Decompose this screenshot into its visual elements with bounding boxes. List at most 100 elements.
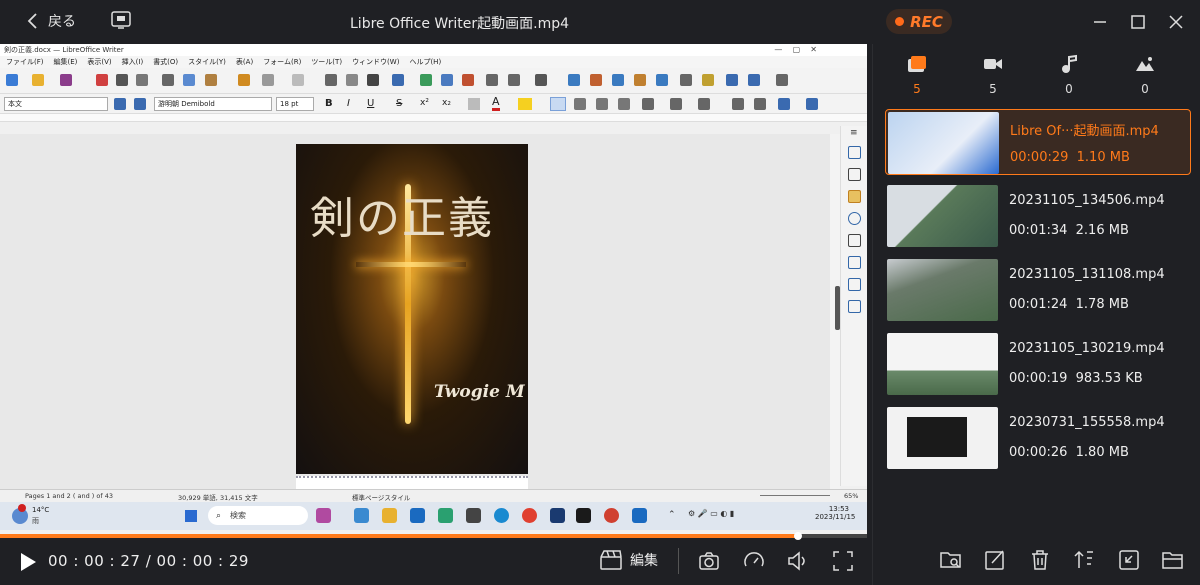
cross-reference-icon[interactable]	[656, 74, 668, 86]
image-insert-icon[interactable]	[420, 74, 432, 86]
page-icon[interactable]	[848, 234, 861, 247]
lo-menu-item[interactable]: 表示(V)	[87, 57, 111, 67]
system-tray-icons[interactable]: ⚙ 🎤 ▭ ◐ ▮	[688, 509, 748, 521]
edge-icon[interactable]	[494, 508, 509, 523]
update-style-icon[interactable]	[114, 98, 126, 110]
volume-icon[interactable]	[787, 550, 809, 572]
spellcheck-icon[interactable]	[346, 74, 358, 86]
sidebar-menu-icon[interactable]: ≡	[850, 128, 858, 138]
new-doc-icon[interactable]	[6, 74, 18, 86]
align-right-icon[interactable]	[596, 98, 608, 110]
recording-item[interactable]: 20230731_155558.mp4 00:00:26 1.80 MB	[885, 405, 1191, 471]
lo-menu-item[interactable]: ウィンドウ(W)	[352, 57, 399, 67]
writer-taskbar-icon[interactable]	[632, 508, 647, 523]
navigator-icon[interactable]	[848, 212, 861, 225]
special-char-icon[interactable]	[535, 74, 547, 86]
speed-gauge-icon[interactable]	[743, 550, 765, 572]
back-button[interactable]: 戻る	[26, 11, 76, 31]
print-preview-icon[interactable]	[136, 74, 148, 86]
cut-icon[interactable]	[162, 74, 174, 86]
category-video-folder[interactable]: 5	[897, 54, 937, 96]
recording-item[interactable]: Libre Of···起動画面.mp4 00:00:29 1.10 MB	[885, 109, 1191, 175]
recording-item[interactable]: 20231105_134506.mp4 00:01:34 2.16 MB	[885, 183, 1191, 249]
file-explorer-icon[interactable]	[382, 508, 397, 523]
import-icon[interactable]	[1117, 548, 1141, 572]
rec-button[interactable]: REC	[886, 9, 952, 34]
track-changes-icon[interactable]	[702, 74, 714, 86]
chrome-profile-icon[interactable]	[604, 508, 619, 523]
footnote-icon[interactable]	[590, 74, 602, 86]
chrome-icon[interactable]	[522, 508, 537, 523]
gallery-icon[interactable]	[848, 190, 861, 203]
outline-list-icon[interactable]	[698, 98, 710, 110]
export-pdf-icon[interactable]	[96, 74, 108, 86]
taskbar-clock[interactable]: 13:53 2023/11/15	[815, 505, 855, 521]
print-icon[interactable]	[116, 74, 128, 86]
bullet-list-icon[interactable]	[642, 98, 654, 110]
taskbar-app-icon[interactable]	[354, 508, 369, 523]
lo-menu-item[interactable]: スタイル(Y)	[188, 57, 226, 67]
sidebar-collapse-handle[interactable]	[835, 286, 840, 330]
clone-formatting-icon[interactable]	[238, 74, 250, 86]
subscript-icon[interactable]: x₂	[442, 98, 451, 108]
close-icon[interactable]	[1167, 13, 1185, 31]
taskbar-app-icon[interactable]	[550, 508, 565, 523]
video-frame[interactable]: 剣の正義.docx — LibreOffice Writer — ▢ ✕ ファイ…	[0, 44, 867, 534]
play-icon[interactable]	[18, 552, 38, 572]
font-size-select[interactable]: 18 pt	[276, 97, 314, 111]
camera-app-icon[interactable]	[466, 508, 481, 523]
styles-icon[interactable]	[848, 168, 861, 181]
recording-item[interactable]: 20231105_130219.mp4 00:00:19 983.53 KB	[885, 331, 1191, 397]
indent-increase-icon[interactable]	[732, 98, 744, 110]
line-spacing-icon[interactable]	[778, 98, 790, 110]
taskbar-app-icon[interactable]	[316, 508, 331, 523]
highlight-color-icon[interactable]	[518, 98, 532, 110]
indent-decrease-icon[interactable]	[754, 98, 766, 110]
underline-icon[interactable]: U	[367, 98, 374, 109]
superscript-icon[interactable]: x²	[420, 98, 429, 108]
recording-item[interactable]: 20231105_131108.mp4 00:01:24 1.78 MB	[885, 257, 1191, 323]
folder-search-icon[interactable]	[939, 548, 963, 572]
table-icon[interactable]	[392, 74, 404, 86]
lo-menu-item[interactable]: 書式(O)	[153, 57, 178, 67]
minimize-icon[interactable]	[1091, 13, 1109, 31]
para-style-select[interactable]: 本文	[4, 97, 108, 111]
drawing-functions-icon[interactable]	[776, 74, 788, 86]
clear-formatting-icon[interactable]	[468, 98, 480, 110]
taskbar-app-icon[interactable]	[410, 508, 425, 523]
rename-edit-icon[interactable]	[983, 548, 1007, 572]
design-icon[interactable]	[848, 300, 861, 313]
screen-mode-icon[interactable]	[110, 10, 132, 30]
category-video[interactable]: 5	[973, 54, 1013, 96]
tray-chevron-icon[interactable]: ⌃	[668, 510, 676, 520]
line-draw-icon[interactable]	[726, 74, 738, 86]
taskbar-search[interactable]: 検索	[208, 506, 308, 525]
zoom-slider[interactable]	[760, 495, 830, 496]
copy-icon[interactable]	[183, 74, 195, 86]
horizontal-ruler[interactable]	[0, 114, 867, 122]
hyperlink-icon[interactable]	[568, 74, 580, 86]
new-style-icon[interactable]	[134, 98, 146, 110]
open-folder-icon[interactable]	[32, 74, 44, 86]
windows-start-icon[interactable]	[185, 510, 197, 522]
fullscreen-icon[interactable]	[832, 550, 854, 572]
bold-icon[interactable]: B	[325, 98, 333, 109]
align-center-icon[interactable]	[574, 98, 586, 110]
edit-button[interactable]: 編集	[600, 550, 658, 570]
lo-menu-item[interactable]: ファイル(F)	[6, 57, 44, 67]
lo-menu-item[interactable]: ツール(T)	[311, 57, 342, 67]
style-inspector-icon[interactable]	[848, 256, 861, 269]
redo-icon[interactable]	[292, 74, 304, 86]
comment-icon[interactable]	[680, 74, 692, 86]
lo-menu-item[interactable]: 挿入(I)	[122, 57, 144, 67]
lo-menu-item[interactable]: フォーム(R)	[263, 57, 301, 67]
chart-insert-icon[interactable]	[441, 74, 453, 86]
trash-icon[interactable]	[1028, 548, 1052, 572]
taskbar-app-icon[interactable]	[438, 508, 453, 523]
justify-icon[interactable]	[618, 98, 630, 110]
font-name-select[interactable]: 游明朝 Demibold	[154, 97, 272, 111]
textbox-icon[interactable]	[462, 74, 474, 86]
align-left-icon[interactable]	[550, 97, 566, 111]
formatting-marks-icon[interactable]	[367, 74, 379, 86]
lo-menu-item[interactable]: ヘルプ(H)	[409, 57, 441, 67]
